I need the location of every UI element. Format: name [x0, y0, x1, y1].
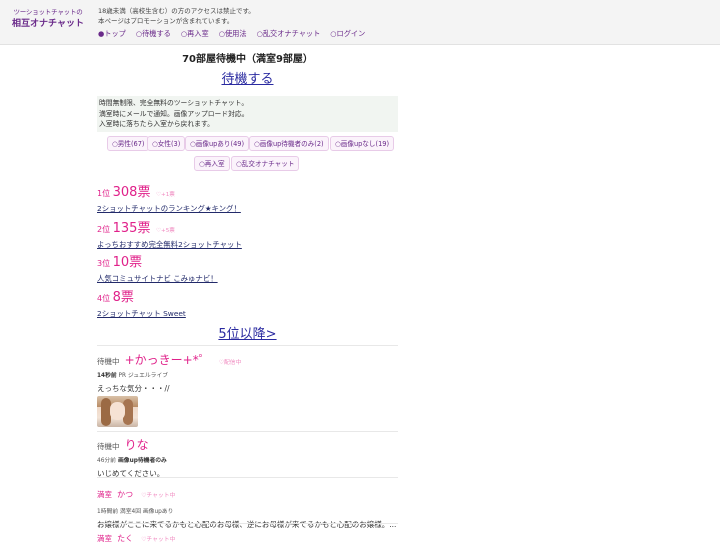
- post-time: 14秒前: [97, 373, 117, 379]
- post-meta: 1時間前 満室4回 画像upあり: [97, 506, 398, 515]
- info-box: 時間無制限、完全無料のツーショットチャット。 満室時にメールで通知。画像アップロ…: [97, 96, 398, 132]
- filter-no-image[interactable]: ○画像upなし(19): [330, 136, 395, 151]
- wait-link[interactable]: 待機する: [97, 68, 398, 87]
- post-tags: 画像up待機者のみ: [115, 458, 167, 464]
- divider: [97, 477, 398, 478]
- room-status-label: 待機中: [97, 357, 120, 366]
- user-name[interactable]: りな: [125, 438, 149, 452]
- post-meta: 46分前 画像up待機者のみ: [97, 455, 398, 464]
- chat-room-item[interactable]: 待機中 +かっきー+*゜ ♡配信中 14秒前 PR ジュエルライブ えっちな気分…: [97, 349, 398, 394]
- rank-votes: 8票: [112, 290, 134, 305]
- rank-number: 2位: [97, 225, 111, 234]
- more-ranking-link[interactable]: 5位以降>: [97, 323, 398, 342]
- user-name[interactable]: たく: [117, 534, 133, 543]
- room-status: 70部屋待機中（満室9部屋）: [182, 54, 313, 65]
- info-line-2: 満室時にメールで通知。画像アップロード対応。: [99, 109, 249, 118]
- ranking-site-link[interactable]: 2ショットチャット Sweet: [97, 308, 398, 319]
- ranking-site-link[interactable]: よっちおすすめ完全無料2ショットチャット: [97, 239, 398, 250]
- rank-votes: 308票: [112, 185, 151, 200]
- info-line-3: 入室時に落ちたら入室から戻れます。: [99, 120, 214, 128]
- chatting-badge: ♡チャット中: [141, 537, 176, 543]
- site-logo[interactable]: ツーショットチャットの 相互オナチャット: [12, 9, 84, 29]
- room-status-label: 待機中: [97, 442, 120, 451]
- room-status-label: 満室: [97, 534, 112, 543]
- user-name[interactable]: +かっきー+*゜: [125, 353, 211, 367]
- filter-reenter[interactable]: ○再入室: [194, 156, 230, 171]
- filter-image-up[interactable]: ○画像upあり(49): [185, 136, 250, 151]
- vote-plus: ♡+5票: [156, 228, 175, 234]
- filter-female[interactable]: ○女性(3): [147, 136, 186, 151]
- logo-subtitle: ツーショットチャットの: [13, 8, 83, 16]
- room-status-label: 満室: [97, 490, 112, 499]
- post-time: 46分前: [97, 458, 116, 464]
- divider: [97, 345, 398, 346]
- nav-group-chat[interactable]: ○乱交オナチャット: [257, 29, 321, 39]
- rank-number: 1位: [97, 189, 111, 198]
- post-time: 1時間前: [97, 509, 119, 515]
- chat-room-item[interactable]: 待機中 りな 46分前 画像up待機者のみ いじめてください。: [97, 434, 398, 479]
- logo-title: 相互オナチャット: [12, 18, 84, 29]
- chat-room-item[interactable]: 満室 たく ♡チャット中: [97, 526, 398, 545]
- info-line-1: 時間無制限、完全無料のツーショットチャット。: [99, 99, 249, 107]
- ranking-site-link[interactable]: 人気コミュサイトナビ こみゅナビ！: [97, 273, 398, 284]
- nav-reenter[interactable]: ○再入室: [181, 29, 209, 39]
- filter-male[interactable]: ○男性(67): [107, 136, 150, 151]
- rank-number: 4位: [97, 294, 111, 303]
- post-meta: 14秒前 PR ジュエルライブ: [97, 370, 398, 379]
- divider: [97, 523, 398, 524]
- post-message: えっちな気分・・・//: [97, 384, 170, 393]
- ranking-item: 2位 135票 ♡+5票 よっちおすすめ完全無料2ショットチャット: [97, 217, 398, 250]
- rank-votes: 10票: [112, 255, 143, 270]
- post-tags: 満室4回 画像upあり: [118, 509, 174, 515]
- user-avatar[interactable]: [97, 396, 138, 427]
- post-tags: PR ジュエルライブ: [116, 373, 169, 379]
- ranking-item: 3位 10票 人気コミュサイトナビ こみゅナビ！: [97, 251, 398, 284]
- site-header: ツーショットチャットの 相互オナチャット 18歳未満（高校生含む）の方のアクセス…: [0, 0, 720, 45]
- nav-usage[interactable]: ○使用法: [219, 29, 247, 39]
- rank-votes: 135票: [112, 221, 151, 236]
- chatting-badge: ♡チャット中: [141, 493, 176, 499]
- ranking-item: 4位 8票 2ショットチャット Sweet: [97, 286, 398, 319]
- filter-image-waiting[interactable]: ○画像up待機者のみ(2): [249, 136, 329, 151]
- ranking-item: 1位 308票 ♡+1票 2ショットチャットのランキング★キング！: [97, 181, 398, 214]
- age-notice: 18歳未満（高校生含む）の方のアクセスは禁止です。 本ページはプロモーションが含…: [98, 6, 255, 26]
- notice-line-2: 本ページはプロモーションが含まれています。: [98, 17, 234, 25]
- nav-wait[interactable]: ○待機する: [136, 29, 171, 39]
- notice-line-1: 18歳未満（高校生含む）の方のアクセスは禁止です。: [98, 7, 255, 15]
- divider: [97, 431, 398, 432]
- nav-login[interactable]: ○ログイン: [330, 29, 365, 39]
- user-name[interactable]: かつ: [117, 490, 133, 499]
- vote-plus: ♡+1票: [156, 192, 175, 198]
- stream-badge: ♡配信中: [218, 360, 242, 366]
- ranking-site-link[interactable]: 2ショットチャットのランキング★キング！: [97, 203, 398, 214]
- rank-number: 3位: [97, 259, 111, 268]
- filter-group-chat[interactable]: ○乱交オナチャット: [231, 156, 300, 171]
- nav-top[interactable]: ●トップ: [98, 29, 126, 39]
- top-nav: ●トップ ○待機する ○再入室 ○使用法 ○乱交オナチャット ○ログイン: [98, 29, 365, 39]
